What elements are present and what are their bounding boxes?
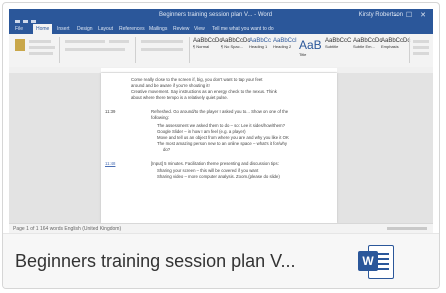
style-subtle-emphasis: AaBbCcDc Subtle Em... [353, 38, 383, 49]
tab-references: References [119, 26, 145, 32]
tab-file: File [15, 26, 24, 32]
doc-bullet: The most amazing person new to an online… [157, 141, 288, 146]
quick-access-toolbar [15, 12, 45, 25]
zoom-slider [387, 227, 427, 230]
document-card[interactable]: Beginners training session plan V... - W… [2, 2, 440, 289]
tab-home: Home [33, 24, 53, 34]
tab-review: Review [173, 26, 190, 32]
word-title-bar: Beginners training session plan V... - W… [9, 9, 433, 25]
style-no-spacing: AaBbCcDc ¶ No Spac... [221, 38, 251, 49]
tell-me-box: Tell me what you want to do [212, 26, 274, 32]
ribbon: AaBbCcDc ¶ Normal AaBbCcDc ¶ No Spac... Aa… [9, 34, 433, 68]
time-marker: 11:48 [105, 161, 116, 166]
doc-line: Refreshed. Go around/to the player I ask… [151, 109, 289, 114]
style-emphasis: AaBbCcDc Emphasis [381, 38, 411, 49]
doc-line: [Input] 5 minutes. Facilitation theme pr… [151, 161, 279, 166]
doc-bullet: Sharing video – more computer analysis. … [157, 174, 280, 179]
time-marker: 11:39 [105, 109, 116, 114]
card-caption[interactable]: Beginners training session plan V... W [3, 233, 439, 288]
tab-view: View [194, 26, 205, 32]
style-heading-2: AaBbCcI Heading 2 [273, 38, 297, 49]
doc-line: following: [151, 115, 169, 120]
ribbon-tabs: File Home Insert Design Layout Reference… [9, 23, 433, 34]
style-title: AaB Title [299, 38, 322, 57]
document-name[interactable]: Beginners training session plan V... [15, 248, 345, 274]
document-area: Come really close to the screen if, big,… [9, 73, 433, 223]
tab-insert: Insert [57, 26, 70, 32]
style-normal: AaBbCcDc ¶ Normal [193, 38, 223, 49]
document-page: Come really close to the screen if, big,… [101, 73, 337, 223]
style-subtitle: AaBbCcC Subtitle [325, 38, 352, 49]
tab-layout: Layout [98, 26, 114, 32]
doc-bullet: do? [163, 147, 171, 152]
status-text: Page 1 of 1 164 words English (United Ki… [13, 226, 122, 232]
word-icon: W [358, 245, 394, 279]
tab-mailings: Mailings [149, 26, 168, 32]
window-controls: – ☐ ✕ [394, 12, 429, 19]
doc-line: about where there tempo is a relatively … [131, 95, 228, 100]
tab-design: Design [77, 26, 93, 32]
style-heading-1: AaBbCc Heading 1 [249, 38, 272, 49]
status-bar: Page 1 of 1 164 words English (United Ki… [9, 223, 433, 233]
window-title: Beginners training session plan V... - W… [159, 12, 273, 18]
document-thumbnail[interactable]: Beginners training session plan V... - W… [9, 9, 433, 233]
